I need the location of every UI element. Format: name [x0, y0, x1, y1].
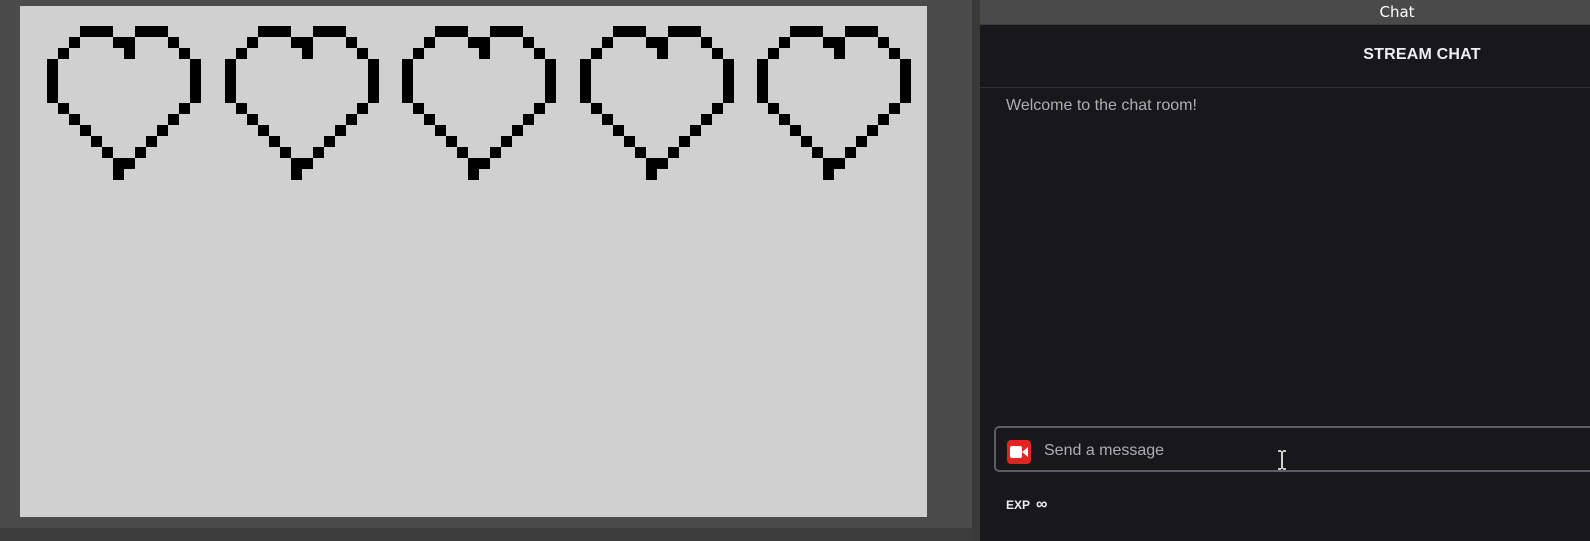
chat-message-input[interactable] [1042, 436, 1586, 466]
chat-dock: Chat STREAM CHAT Welcome to the chat roo… [980, 0, 1590, 541]
pixel-heart-icon [580, 26, 734, 180]
text-cursor-icon [1277, 450, 1287, 470]
pixel-heart-icon [757, 26, 911, 180]
preview-canvas [20, 6, 927, 517]
pixel-heart-icon [47, 26, 201, 180]
hearts-row [47, 26, 911, 180]
chat-message: Welcome to the chat room! [1006, 97, 1197, 114]
dock-title: Chat [1379, 3, 1415, 21]
pixel-heart-icon [402, 26, 556, 180]
video-camera-icon[interactable] [1007, 440, 1031, 464]
dock-titlebar[interactable]: Chat [980, 0, 1590, 25]
exp-indicator: EXP ∞ [1006, 497, 1047, 513]
exp-label: EXP [1006, 498, 1031, 512]
preview-area [0, 0, 980, 541]
dock-splitter[interactable] [972, 0, 980, 541]
chat-input-box[interactable] [994, 426, 1590, 472]
chat-header: STREAM CHAT [980, 25, 1590, 88]
pixel-heart-icon [225, 26, 379, 180]
preview-scroll-strip [0, 528, 972, 541]
infinity-icon: ∞ [1036, 496, 1048, 513]
chat-header-title: STREAM CHAT [1363, 46, 1481, 63]
